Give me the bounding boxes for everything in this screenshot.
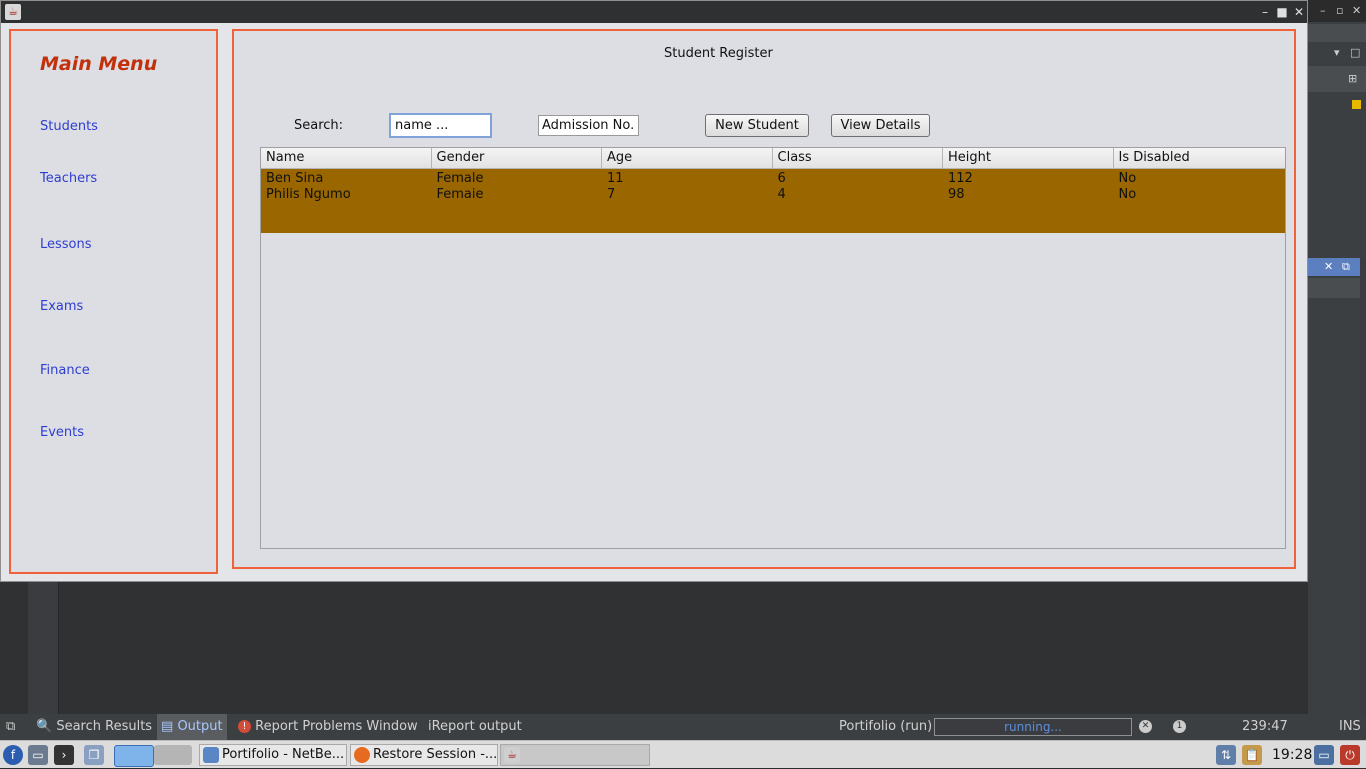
- logout-icon[interactable]: ⏻: [1340, 745, 1360, 765]
- search-input[interactable]: [389, 113, 492, 138]
- tab-ireport-output[interactable]: iReport output: [428, 714, 522, 740]
- nav-finance[interactable]: Finance: [40, 363, 90, 378]
- table-cell: No: [1118, 171, 1137, 186]
- maximize-icon[interactable]: ■: [1274, 3, 1290, 21]
- editor-gutter: [28, 580, 59, 714]
- window-label: Portifolio - NetBe...: [222, 747, 345, 762]
- computer-icon[interactable]: ▭: [28, 745, 48, 765]
- scrollbar[interactable]: [1360, 258, 1366, 714]
- ide-status-bar: ⧉ 🔍 Search Results ▤ Output ! Report Pro…: [0, 714, 1366, 740]
- windows-icon[interactable]: ❐: [84, 745, 104, 765]
- table-cell: 11: [607, 171, 624, 186]
- monitor-icon[interactable]: ▭: [1314, 745, 1334, 765]
- java-icon: ☕: [504, 747, 520, 763]
- table-cell: Ben Sina: [266, 171, 324, 186]
- column-header-height[interactable]: Height: [943, 148, 1114, 168]
- workspace-2[interactable]: [154, 745, 192, 765]
- restore-icon[interactable]: ⧉: [1342, 260, 1350, 274]
- close-icon[interactable]: ✕: [1352, 4, 1361, 17]
- tab-search-results[interactable]: 🔍 Search Results: [36, 714, 152, 740]
- netbeans-icon: [203, 747, 219, 763]
- nav-exams[interactable]: Exams: [40, 299, 83, 314]
- minimize-icon[interactable]: –: [1257, 3, 1273, 21]
- new-student-button[interactable]: New Student: [705, 114, 809, 137]
- table-cell: Female: [436, 171, 484, 186]
- table-cell: 7: [607, 187, 616, 202]
- search-icon: 🔍: [36, 719, 53, 734]
- column-header-name[interactable]: Name: [261, 148, 432, 168]
- table-cell: Femaie: [436, 187, 484, 202]
- terminal-icon[interactable]: ›: [54, 745, 74, 765]
- app-window: ☕ – ■ ✕ Main Menu Students Teachers Less…: [0, 0, 1308, 582]
- ide-side-panel: – ▫ ✕ ▾ □ ⊞ ✕ ⧉: [1308, 0, 1366, 714]
- network-icon[interactable]: ⇅: [1216, 745, 1236, 765]
- restore-icon[interactable]: ▫: [1336, 4, 1343, 17]
- tab-label: Report Problems Window: [255, 719, 418, 734]
- taskbar-window-firefox[interactable]: Restore Session -...: [350, 744, 498, 766]
- student-table: Name Gender Age Class Height Is Disabled…: [260, 147, 1286, 549]
- nav-students[interactable]: Students: [40, 119, 98, 134]
- table-cell: 4: [777, 187, 786, 202]
- table-cell: Philis Ngumo: [266, 187, 351, 202]
- nav-events[interactable]: Events: [40, 425, 84, 440]
- main-menu-title: Main Menu: [40, 53, 158, 75]
- taskbar-window-java-app[interactable]: ☕: [500, 744, 650, 766]
- java-icon: ☕: [5, 4, 21, 20]
- clipboard-icon[interactable]: 📋: [1242, 745, 1262, 765]
- plus-box-icon[interactable]: ⊞: [1348, 72, 1357, 85]
- workspace-1[interactable]: [114, 745, 154, 767]
- marker-icon: [1352, 100, 1361, 109]
- tab-report-problems[interactable]: ! Report Problems Window: [238, 714, 418, 740]
- stop-icon[interactable]: ✕: [1139, 714, 1152, 740]
- error-icon: !: [238, 720, 251, 733]
- taskbar: f ▭ › ❐ Portifolio - NetBe... Restore Se…: [0, 740, 1366, 768]
- restore-window-icon[interactable]: ⧉: [6, 714, 15, 740]
- admission-no-input[interactable]: [538, 115, 639, 136]
- tab-output[interactable]: ▤ Output: [157, 714, 227, 740]
- minimize-icon[interactable]: –: [1320, 4, 1326, 17]
- table-row[interactable]: Philis Ngumo Femaie 7 4 98 No: [261, 187, 1285, 203]
- table-cell: No: [1118, 187, 1137, 202]
- notification-icon[interactable]: 1: [1173, 714, 1186, 740]
- window-titlebar[interactable]: ☕ – ■ ✕: [1, 1, 1307, 23]
- taskbar-window-netbeans[interactable]: Portifolio - NetBe...: [199, 744, 347, 766]
- insert-mode: INS: [1339, 719, 1361, 734]
- tab-label: Search Results: [56, 719, 153, 734]
- nav-teachers[interactable]: Teachers: [40, 171, 97, 186]
- table-cell: 6: [777, 171, 786, 186]
- view-details-button[interactable]: View Details: [831, 114, 930, 137]
- search-label: Search:: [294, 118, 344, 133]
- firefox-icon: [354, 747, 370, 763]
- table-body: Ben Sina Female 11 6 112 No Philis Ngumo…: [261, 169, 1285, 233]
- clock[interactable]: 19:28: [1272, 741, 1312, 769]
- student-register-panel: Student Register Search: New Student Vie…: [232, 29, 1296, 569]
- table-row[interactable]: Ben Sina Female 11 6 112 No: [261, 171, 1285, 187]
- table-cell: 112: [948, 171, 973, 186]
- output-icon: ▤: [161, 719, 174, 734]
- close-icon[interactable]: ✕: [1291, 3, 1307, 21]
- column-header-gender[interactable]: Gender: [432, 148, 602, 168]
- cursor-position: 239:47: [1242, 719, 1288, 734]
- column-header-class[interactable]: Class: [773, 148, 943, 168]
- page-title: Student Register: [664, 46, 773, 61]
- run-label: Portifolio (run): [839, 719, 933, 734]
- nav-lessons[interactable]: Lessons: [40, 237, 92, 252]
- table-cell: 98: [948, 187, 965, 202]
- chevron-down-icon[interactable]: ▾: [1334, 46, 1340, 59]
- window-label: Restore Session -...: [373, 747, 498, 762]
- main-menu-panel: Main Menu Students Teachers Lessons Exam…: [9, 29, 218, 574]
- column-header-is-disabled[interactable]: Is Disabled: [1114, 148, 1285, 168]
- column-header-age[interactable]: Age: [602, 148, 773, 168]
- table-header: Name Gender Age Class Height Is Disabled: [261, 148, 1285, 169]
- maximize-icon[interactable]: □: [1350, 46, 1360, 59]
- close-icon[interactable]: ✕: [1324, 260, 1333, 273]
- fedora-icon[interactable]: f: [3, 745, 23, 765]
- tab-label: Output: [177, 719, 223, 734]
- run-progress-bar: running...: [934, 718, 1132, 736]
